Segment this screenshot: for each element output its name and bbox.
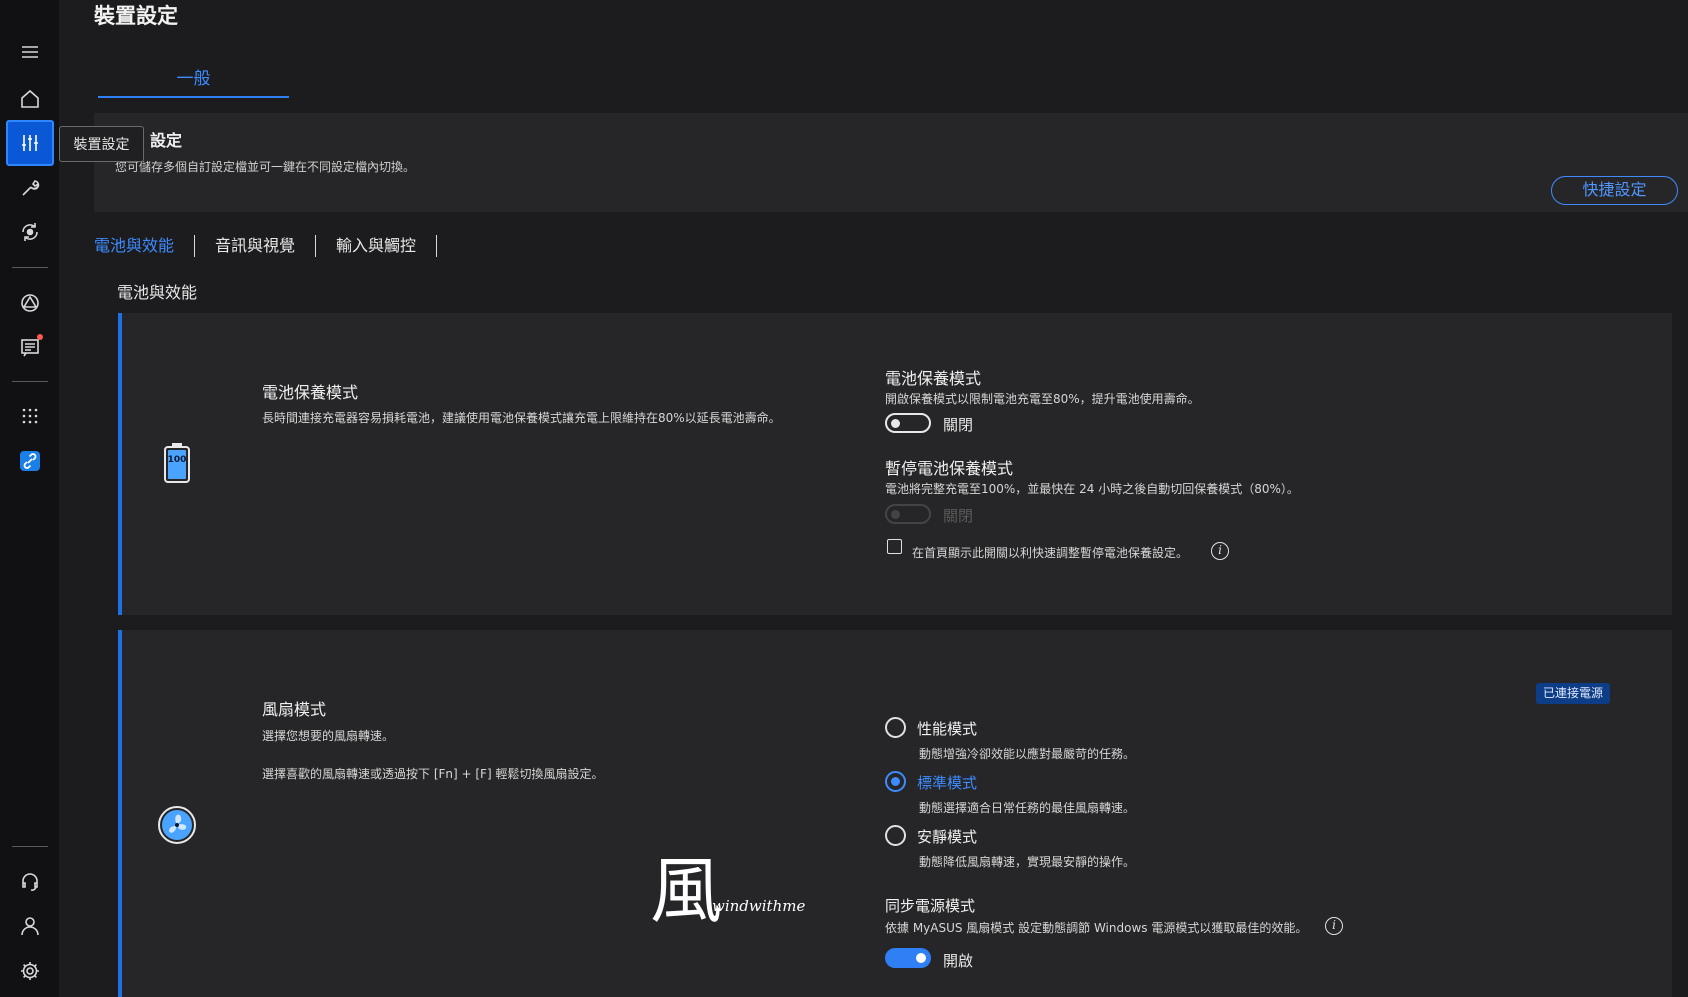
sidebar-tooltip: 裝置設定 xyxy=(59,126,144,162)
link-icon[interactable] xyxy=(6,438,54,484)
care-mode-title: 電池保養模式 xyxy=(885,369,982,388)
standard-mode-label[interactable]: 標準模式 xyxy=(917,772,977,793)
refresh-icon[interactable] xyxy=(6,209,54,255)
tab-underline xyxy=(98,96,289,98)
watermark-text: windwithme xyxy=(712,897,806,915)
gear-icon[interactable] xyxy=(6,948,54,994)
sync-power-state: 開啟 xyxy=(943,952,974,970)
tab-input-touch[interactable]: 輸入與觸控 xyxy=(316,235,438,257)
show-on-home-label: 在首頁顯示此開關以利快速調整暫停電池保養設定。 xyxy=(912,546,1189,560)
fan-card-hint: 選擇喜歡的風扇轉速或透過按下 [Fn] + [F] 輕鬆切換風扇設定。 xyxy=(262,767,604,781)
notification-dot xyxy=(37,334,43,340)
battery-card-title: 電池保養模式 xyxy=(262,383,359,402)
tab-general[interactable]: 一般 xyxy=(98,60,289,100)
fan-card-description: 選擇您想要的風扇轉速。 xyxy=(262,729,395,743)
quiet-mode-label[interactable]: 安靜模式 xyxy=(917,826,977,847)
battery-card-description: 長時間連接充電器容易損耗電池，建議使用電池保養模式讓充電上限維持在80%以延長電… xyxy=(262,411,781,425)
support-icon[interactable] xyxy=(6,858,54,904)
info-icon[interactable]: i xyxy=(1211,542,1229,560)
performance-mode-description: 動態增強冷卻效能以應對最嚴苛的任務。 xyxy=(919,747,1136,761)
pause-care-title: 暫停電池保養模式 xyxy=(885,459,1014,478)
wrench-icon[interactable] xyxy=(6,165,54,211)
sync-power-title: 同步電源模式 xyxy=(885,897,976,915)
fan-icon xyxy=(157,805,197,845)
performance-mode-label[interactable]: 性能模式 xyxy=(917,718,977,739)
battery-icon: 100 xyxy=(162,442,192,484)
pause-care-toggle[interactable] xyxy=(885,504,931,524)
quiet-mode-radio[interactable] xyxy=(885,825,906,846)
sync-power-toggle[interactable] xyxy=(885,948,931,968)
quick-settings-button[interactable]: 快捷設定 xyxy=(1551,176,1678,205)
apps-icon[interactable] xyxy=(6,393,54,439)
tab-battery-performance[interactable]: 電池與效能 xyxy=(94,235,196,257)
sidebar xyxy=(0,0,59,997)
sidebar-divider xyxy=(12,846,48,847)
fan-mode-card xyxy=(118,630,1672,997)
news-icon[interactable] xyxy=(6,324,54,370)
care-mode-state: 關閉 xyxy=(943,416,974,434)
care-mode-description: 開啟保養模式以限制電池充電至80%，提升電池使用壽命。 xyxy=(885,392,1200,406)
menu-icon[interactable] xyxy=(6,29,54,75)
page-title: 裝置設定 xyxy=(94,4,178,28)
pause-care-state: 關閉 xyxy=(943,507,974,525)
care-mode-toggle[interactable] xyxy=(885,413,931,433)
home-icon[interactable] xyxy=(6,76,54,122)
battery-level-label: 100 xyxy=(167,455,187,465)
user-icon[interactable] xyxy=(6,903,54,949)
section-heading: 電池與效能 xyxy=(117,283,198,302)
power-connected-badge: 已連接電源 xyxy=(1536,683,1610,704)
category-tabs: 電池與效能 音訊與視覺 輸入與觸控 xyxy=(94,232,438,260)
show-on-home-checkbox[interactable] xyxy=(887,539,902,554)
sidebar-divider xyxy=(12,381,48,382)
standard-mode-description: 動態選擇適合日常任務的最佳風扇轉速。 xyxy=(919,801,1136,815)
watermark-glyph: 風 xyxy=(650,849,723,933)
profile-title: 設定 xyxy=(150,131,183,150)
profile-description: 您可儲存多個自訂設定檔並可一鍵在不同設定檔內切換。 xyxy=(115,160,416,174)
info-icon[interactable]: i xyxy=(1325,917,1343,935)
quiet-mode-description: 動態降低風扇轉速，實現最安靜的操作。 xyxy=(919,855,1136,869)
tab-audio-visual[interactable]: 音訊與視覺 xyxy=(195,235,317,257)
triangle-icon[interactable] xyxy=(6,280,54,326)
fan-card-title: 風扇模式 xyxy=(262,700,327,719)
sidebar-divider xyxy=(12,267,48,268)
sync-power-description: 依據 MyASUS 風扇模式 設定動態調節 Windows 電源模式以獲取最佳的… xyxy=(885,921,1308,935)
standard-mode-radio[interactable] xyxy=(885,771,906,792)
device-settings-icon[interactable] xyxy=(6,120,54,166)
performance-mode-radio[interactable] xyxy=(885,717,906,738)
pause-care-description: 電池將完整充電至100%，並最快在 24 小時之後自動切回保養模式（80%）。 xyxy=(885,482,1299,496)
